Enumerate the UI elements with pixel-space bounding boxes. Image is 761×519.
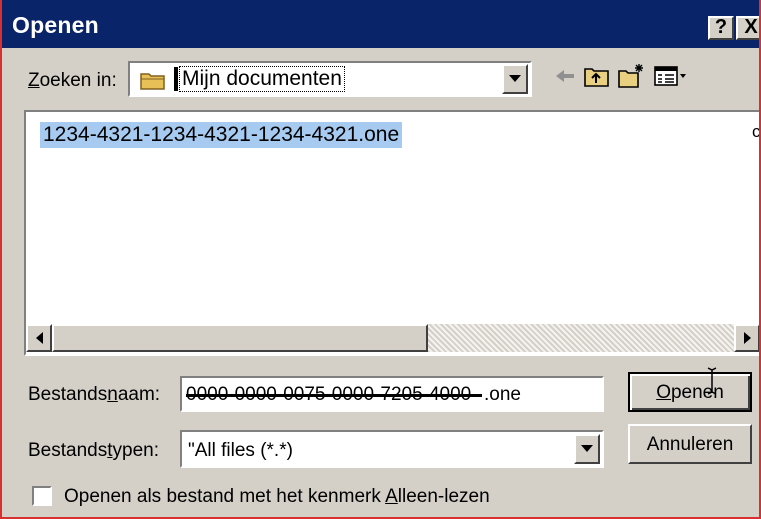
- scroll-thumb[interactable]: [52, 324, 428, 352]
- new-folder-icon: [618, 64, 643, 88]
- chevron-down-icon: [581, 445, 593, 452]
- text-cursor-icon: [174, 67, 178, 91]
- filetype-dropdown[interactable]: "All files (*.*): [180, 430, 604, 468]
- close-icon: X: [744, 16, 758, 38]
- up-folder-button[interactable]: [582, 62, 612, 90]
- filetype-dropdown-button[interactable]: [574, 434, 600, 464]
- views-menu-button[interactable]: [652, 62, 692, 90]
- chevron-left-icon: [35, 332, 43, 344]
- filename-suffix: .one: [484, 384, 521, 405]
- back-arrow-icon: [556, 70, 574, 82]
- list-item[interactable]: 1234-4321-1234-4321-1234-4321.one: [40, 122, 403, 148]
- title-bar[interactable]: Openen ? X: [2, 0, 759, 48]
- filetype-label: Bestandstypen:: [28, 440, 159, 461]
- scroll-left-button[interactable]: [26, 324, 52, 352]
- file-list[interactable]: 1234-4321-1234-4321-1234-4321.one c: [24, 110, 761, 356]
- list-item-cutoff: c: [752, 122, 761, 141]
- filename-label: Bestandsnaam:: [28, 384, 161, 405]
- lookin-dropdown[interactable]: Mijn documenten: [128, 61, 532, 97]
- cancel-button[interactable]: Annuleren: [628, 424, 752, 464]
- window-title: Openen: [12, 12, 99, 38]
- horizontal-scrollbar[interactable]: [26, 324, 759, 352]
- lookin-value: Mijn documenten: [179, 66, 345, 92]
- open-dialog: Openen ? X Zoeken in: Mijn documenten 12…: [0, 0, 761, 519]
- text-cursor-icon: [707, 367, 717, 395]
- filetype-value: "All files (*.*): [188, 440, 293, 461]
- lookin-label: Zoeken in:: [28, 70, 117, 91]
- help-icon: ?: [714, 16, 728, 38]
- redaction-line: [186, 394, 482, 397]
- open-button[interactable]: Openen: [628, 367, 752, 412]
- chevron-right-icon: [743, 332, 751, 344]
- filename-input[interactable]: 0000-0000-0075-0000-7205-4000 .one: [180, 376, 604, 412]
- folder-icon: [140, 70, 166, 95]
- readonly-checkbox[interactable]: [32, 486, 52, 506]
- lookin-dropdown-button[interactable]: [502, 64, 528, 94]
- close-button[interactable]: X: [736, 16, 759, 40]
- readonly-label[interactable]: Openen als bestand met het kenmerk Allee…: [64, 486, 490, 508]
- views-menu-icon: [654, 66, 686, 86]
- new-folder-button[interactable]: [616, 62, 646, 90]
- up-folder-icon: [584, 68, 609, 87]
- back-button[interactable]: [550, 62, 580, 90]
- chevron-down-icon: [509, 75, 521, 82]
- scroll-right-button[interactable]: [734, 324, 759, 352]
- help-button[interactable]: ?: [708, 16, 734, 40]
